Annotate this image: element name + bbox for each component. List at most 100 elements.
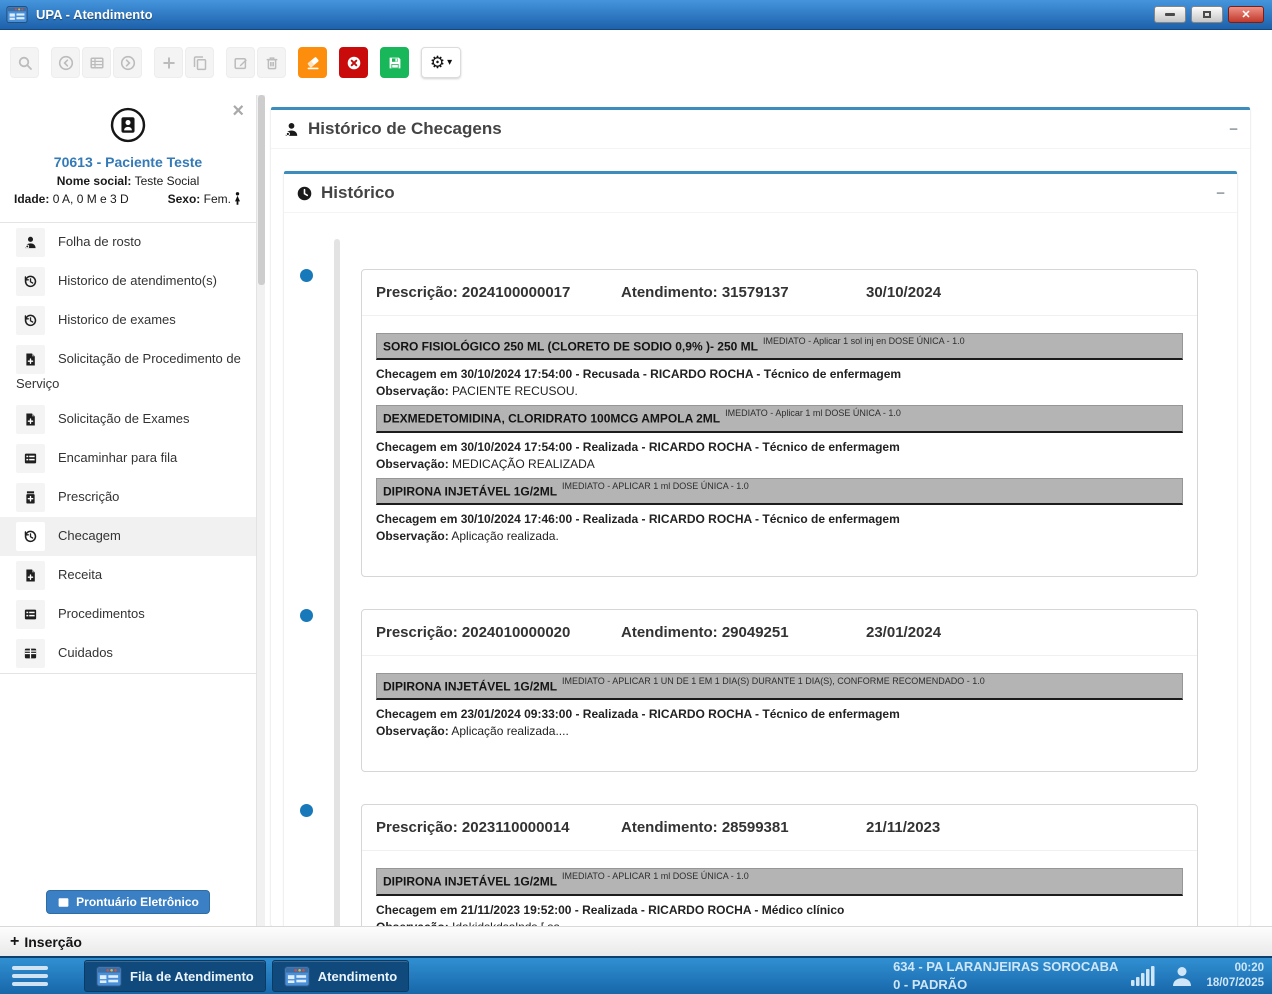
- eraser-icon: [305, 55, 321, 71]
- timeline-entry: Prescrição: 2023110000014 Atendimento: 2…: [299, 804, 1222, 926]
- observation-value: Aplicação realizada.: [451, 529, 558, 543]
- sidebar-item-label: Receita: [58, 567, 102, 582]
- medication-name: DIPIRONA INJETÁVEL 1G/2ML: [383, 875, 557, 889]
- checagem-line: Checagem em 21/11/2023 19:52:00 - Realiz…: [376, 903, 1183, 917]
- titlebar: UPA - Atendimento ✕: [0, 0, 1272, 30]
- sidebar-item-receita[interactable]: Receita: [0, 556, 256, 595]
- app-window-icon: [284, 966, 310, 987]
- copy-button[interactable]: [185, 47, 214, 78]
- historico-panel: Histórico − Prescrição: 2024100000017 At…: [284, 171, 1237, 926]
- attendance-label: Atendimento:: [621, 284, 718, 301]
- prescription-label: Prescrição:: [376, 819, 458, 836]
- taskbar-button-label: Fila de Atendimento: [130, 969, 254, 984]
- checagens-panel-body: Histórico − Prescrição: 2024100000017 At…: [271, 149, 1250, 926]
- prontuario-eletronico-button[interactable]: Prontuário Eletrônico: [46, 890, 210, 914]
- user-session-icon[interactable]: [1170, 965, 1194, 987]
- medication-instructions: IMEDIATO - APLICAR 1 UN DE 1 EM 1 DIA(S)…: [562, 676, 985, 686]
- table-button[interactable]: [82, 47, 111, 78]
- prescription-card: Prescrição: 2024010000020 Atendimento: 2…: [361, 609, 1198, 772]
- taskbar-status: 634 - PA LARANJEIRAS SOROCABA 0 - PADRÃO…: [893, 958, 1264, 994]
- medication-header: SORO FISIOLÓGICO 250 ML (CLORETO DE SODI…: [376, 333, 1183, 360]
- sidebar-menu: Folha de rosto Historico de atendimento(s…: [0, 222, 256, 674]
- sidebar-item-historico-de-atendimento-s-[interactable]: Historico de atendimento(s): [0, 262, 256, 301]
- edit-button[interactable]: [226, 47, 255, 78]
- restore-button[interactable]: [1191, 6, 1223, 23]
- sidebar-item-folha-de-rosto[interactable]: Folha de rosto: [0, 223, 256, 262]
- file-plus-icon: [16, 345, 45, 374]
- scrollbar-thumb[interactable]: [258, 95, 265, 285]
- medication-instructions: IMEDIATO - Aplicar 1 sol inj en DOSE ÚNI…: [763, 336, 965, 346]
- sidebar-item-prescri-o[interactable]: Prescrição: [0, 478, 256, 517]
- patient-avatar-icon: [110, 107, 146, 143]
- observation-label: Observação:: [376, 529, 449, 543]
- unit-profile: 0 - PADRÃO: [893, 976, 1118, 994]
- attendance-value: 29049251: [722, 624, 789, 641]
- plus-button[interactable]: [154, 47, 183, 78]
- medication-header: DIPIRONA INJETÁVEL 1G/2MLIMEDIATO - APLI…: [376, 673, 1183, 700]
- insertion-label: Inserção: [24, 934, 82, 950]
- sidebar-scrollbar[interactable]: [256, 95, 265, 926]
- attendance-number: Atendimento: 31579137: [621, 284, 866, 301]
- unit-info: 634 - PA LARANJEIRAS SOROCABA 0 - PADRÃO: [893, 958, 1118, 994]
- clock-icon: [296, 185, 313, 202]
- sidebar-item-historico-de-exames[interactable]: Historico de exames: [0, 301, 256, 340]
- gear-button[interactable]: ⚙▾: [421, 47, 461, 78]
- timeline-dot: [300, 804, 313, 817]
- close-window-button[interactable]: ✕: [1228, 6, 1264, 23]
- toolbar: ⚙▾: [0, 30, 1272, 95]
- prescription-value: 2024010000020: [462, 624, 570, 641]
- app-window-icon: [96, 966, 122, 987]
- eraser-button[interactable]: [298, 47, 327, 78]
- date-value: 18/07/2025: [1206, 976, 1264, 991]
- sidebar-item-label: Checagem: [58, 528, 121, 543]
- trash-button[interactable]: [257, 47, 286, 78]
- prescription-value: 2024100000017: [462, 284, 570, 301]
- patient-age: Idade: 0 A, 0 M e 3 D: [14, 192, 129, 206]
- observation-line: Observação: MEDICAÇÃO REALIZADA: [376, 457, 1183, 471]
- timeline-entry: Prescrição: 2024100000017 Atendimento: 3…: [299, 269, 1222, 577]
- observation-line: Observação: Idakjdskdsalnds [ sa: [376, 920, 1183, 926]
- checagem-line: Checagem em 23/01/2024 09:33:00 - Realiz…: [376, 707, 1183, 721]
- prescription-number: Prescrição: 2023110000014: [376, 819, 621, 836]
- task-buttons: Fila de Atendimento Atendimento: [84, 960, 415, 992]
- history-icon: [16, 306, 45, 335]
- attendance-value: 31579137: [722, 284, 789, 301]
- arrow-left-circle-button[interactable]: [51, 47, 80, 78]
- prescription-card-body: DIPIRONA INJETÁVEL 1G/2MLIMEDIATO - APLI…: [362, 656, 1197, 771]
- sidebar-item-checagem[interactable]: Checagem: [0, 517, 256, 556]
- sidebar-item-solicita-o-de-procedimento-de-servi-o[interactable]: Solicitação de Procedimento de Serviço: [0, 340, 256, 400]
- patient-sidebar: × 70613 - Paciente Teste Nome social: Te…: [0, 95, 256, 926]
- plus-icon: [161, 55, 177, 71]
- save-button[interactable]: [380, 47, 409, 78]
- prescription-number: Prescrição: 2024100000017: [376, 284, 621, 301]
- circle-x-button[interactable]: [339, 47, 368, 78]
- minimize-button[interactable]: [1154, 6, 1186, 23]
- collapse-icon[interactable]: −: [1229, 122, 1238, 137]
- female-icon: [233, 192, 242, 205]
- sidebar-item-encaminhar-para-fila[interactable]: Encaminhar para fila: [0, 439, 256, 478]
- collapse-icon[interactable]: −: [1216, 186, 1225, 201]
- arrow-right-circle-button[interactable]: [113, 47, 142, 78]
- patient-age-sex: Idade: 0 A, 0 M e 3 D Sexo: Fem.: [0, 192, 256, 206]
- search-button[interactable]: [10, 47, 39, 78]
- insertion-bar[interactable]: + Inserção: [0, 926, 1272, 956]
- user-md-icon: [283, 121, 300, 138]
- observation-label: Observação:: [376, 457, 449, 471]
- medication-header: DEXMEDETOMIDINA, CLORIDRATO 100MCG AMPOL…: [376, 405, 1183, 432]
- taskbar-button-atendimento[interactable]: Atendimento: [272, 960, 409, 992]
- sidebar-item-label: Folha de rosto: [58, 234, 141, 249]
- social-name-value: Teste Social: [135, 174, 200, 188]
- menu-hamburger-icon[interactable]: [12, 966, 48, 986]
- signal-strength-icon: [1130, 965, 1158, 987]
- sidebar-item-solicita-o-de-exames[interactable]: Solicitação de Exames: [0, 400, 256, 439]
- sidebar-item-label: Solicitação de Procedimento de Serviço: [16, 351, 241, 391]
- file-plus-icon: [16, 405, 45, 434]
- taskbar-button-fila-de-atendimento[interactable]: Fila de Atendimento: [84, 960, 266, 992]
- sidebar-item-procedimentos[interactable]: Procedimentos: [0, 595, 256, 634]
- medication-block: DEXMEDETOMIDINA, CLORIDRATO 100MCG AMPOL…: [376, 405, 1183, 470]
- close-panel-icon[interactable]: ×: [232, 101, 244, 121]
- sidebar-item-label: Historico de atendimento(s): [58, 273, 217, 288]
- historico-panel-header: Histórico −: [284, 174, 1237, 213]
- sex-value: Fem.: [204, 192, 231, 206]
- sidebar-item-cuidados[interactable]: Cuidados: [0, 634, 256, 673]
